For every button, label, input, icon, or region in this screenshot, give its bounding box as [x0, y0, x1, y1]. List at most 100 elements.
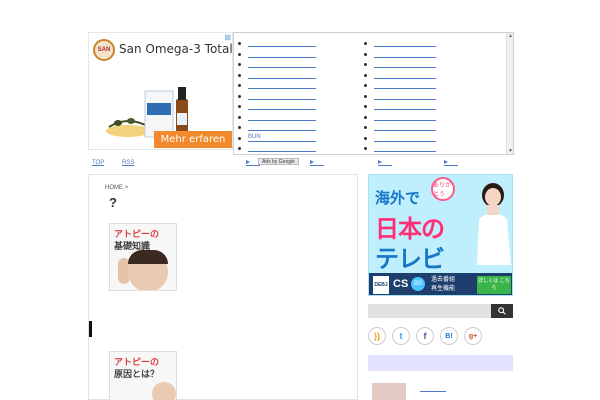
link-item[interactable]	[364, 50, 484, 61]
hatena-bookmark-icon[interactable]: B!	[440, 327, 458, 345]
ad-brand-logo: SAN	[93, 39, 115, 61]
link-item[interactable]	[238, 92, 358, 103]
nav-link[interactable]	[310, 165, 324, 166]
link-underline[interactable]	[248, 130, 316, 131]
bullet-icon	[238, 73, 241, 77]
nav-link[interactable]	[378, 165, 392, 166]
bullet-icon	[238, 84, 241, 87]
link-underline[interactable]	[374, 88, 436, 89]
link-underline[interactable]	[374, 130, 436, 131]
link-item[interactable]	[238, 39, 358, 50]
ad-info-line: 過去番組	[431, 277, 456, 283]
link-underline[interactable]	[248, 56, 316, 58]
link-item[interactable]	[364, 144, 484, 155]
link-item[interactable]	[364, 81, 484, 92]
link-item[interactable]	[364, 39, 484, 50]
link-item[interactable]	[364, 113, 484, 124]
link-underline[interactable]	[374, 98, 436, 100]
link-item[interactable]	[238, 50, 358, 61]
ad-cta-button[interactable]: Mehr erfaren	[154, 131, 232, 148]
link-underline[interactable]	[248, 98, 316, 100]
scroll-up-icon[interactable]: ▲	[508, 33, 513, 39]
bullet-icon	[364, 94, 367, 98]
main-content: HOME > ? アトピーの 基礎知識 アトピーの 原因とは？	[88, 174, 358, 400]
search-button[interactable]	[491, 304, 513, 318]
link-item[interactable]	[238, 144, 358, 155]
link-underline[interactable]	[248, 151, 316, 152]
link-underline[interactable]	[374, 56, 436, 58]
ad-details-button[interactable]: 詳しくは こちら	[477, 276, 511, 294]
ads-by-google-badge[interactable]: Ads by Google	[258, 158, 299, 165]
link-item[interactable]	[238, 71, 358, 82]
link-item[interactable]	[364, 123, 484, 134]
bullet-icon	[238, 42, 241, 45]
page: ⊠ SAN San Omega-3 Total Mehr erfaren BUN…	[0, 0, 600, 400]
ad-model-image	[477, 183, 511, 265]
ad-badge: ありがとう	[431, 177, 455, 201]
sidebar-post-thumbnail[interactable]	[372, 383, 406, 400]
twitter-icon[interactable]: t	[392, 327, 410, 345]
article-thumbnail[interactable]: アトピーの 基礎知識	[109, 223, 177, 291]
top-ad-banner[interactable]: ⊠ SAN San Omega-3 Total Mehr erfaren	[88, 32, 233, 150]
ad-headline: 海外で	[375, 190, 421, 207]
bullet-icon	[238, 105, 241, 108]
link-underline[interactable]	[248, 67, 316, 68]
link-underline[interactable]	[374, 109, 436, 110]
nav-link[interactable]	[444, 165, 458, 166]
link-underline[interactable]	[248, 88, 316, 89]
article-thumbnail[interactable]: アトピーの 原因とは？	[109, 351, 177, 400]
link-unit: BUN ▲ ▼	[233, 32, 514, 155]
link-underline[interactable]	[374, 77, 436, 79]
scroll-down-icon[interactable]: ▼	[508, 148, 513, 154]
link-underline[interactable]	[248, 109, 316, 110]
link-item[interactable]	[364, 92, 484, 103]
nav-arrow-icon[interactable]	[378, 160, 382, 164]
ad-close-icon[interactable]: ⊠	[224, 33, 231, 42]
thumb-photo	[128, 250, 168, 264]
link-unit-scrollbar[interactable]: ▲ ▼	[506, 33, 513, 154]
link-item[interactable]	[364, 71, 484, 82]
link-item[interactable]	[238, 60, 358, 71]
link-item[interactable]	[364, 60, 484, 71]
link-item[interactable]	[364, 102, 484, 113]
link-item[interactable]	[238, 102, 358, 113]
breadcrumb[interactable]: HOME >	[105, 185, 128, 191]
social-buttons: )) t f B! g+	[368, 327, 513, 347]
rss-icon[interactable]: ))	[368, 327, 386, 345]
nav-arrow-icon[interactable]	[310, 160, 314, 164]
link-item[interactable]: BUN	[238, 134, 358, 145]
bullet-icon	[364, 52, 367, 56]
facebook-icon[interactable]: f	[416, 327, 434, 345]
link-text[interactable]: BUN	[248, 134, 261, 140]
bullet-icon	[364, 126, 367, 129]
bullet-icon	[364, 73, 367, 77]
sidebar-post-link[interactable]	[420, 391, 446, 392]
link-underline[interactable]	[374, 46, 436, 47]
google-plus-icon[interactable]: g+	[464, 327, 482, 345]
link-item[interactable]	[364, 134, 484, 145]
link-item[interactable]	[238, 81, 358, 92]
sidebar-ad[interactable]: 海外で ありがとう 日本の テレビ DEBJ CS BS 過去番組 再生機能 詳…	[368, 174, 513, 296]
search-bar	[368, 304, 513, 318]
nav-arrow-icon[interactable]	[444, 160, 448, 164]
nav-top-link[interactable]: TOP	[92, 160, 104, 166]
link-underline[interactable]	[248, 119, 316, 121]
ad-provider-logo: DEBJ	[373, 276, 389, 294]
link-item[interactable]	[238, 113, 358, 124]
search-input[interactable]	[368, 304, 490, 318]
ad-title[interactable]: San Omega-3 Total	[119, 42, 232, 56]
bullet-icon	[364, 136, 367, 140]
link-item[interactable]	[238, 123, 358, 134]
link-underline[interactable]	[374, 67, 436, 68]
nav-link[interactable]	[246, 165, 260, 166]
link-underline[interactable]	[248, 140, 316, 142]
link-underline[interactable]	[374, 151, 436, 152]
link-underline[interactable]	[248, 46, 316, 47]
link-underline[interactable]	[374, 140, 436, 142]
nav-arrow-icon[interactable]	[246, 160, 250, 164]
bullet-icon	[364, 84, 367, 87]
link-underline[interactable]	[248, 77, 316, 79]
nav-rss-link[interactable]: RSS	[122, 160, 134, 166]
link-underline[interactable]	[374, 119, 436, 121]
page-title: ?	[109, 195, 117, 210]
